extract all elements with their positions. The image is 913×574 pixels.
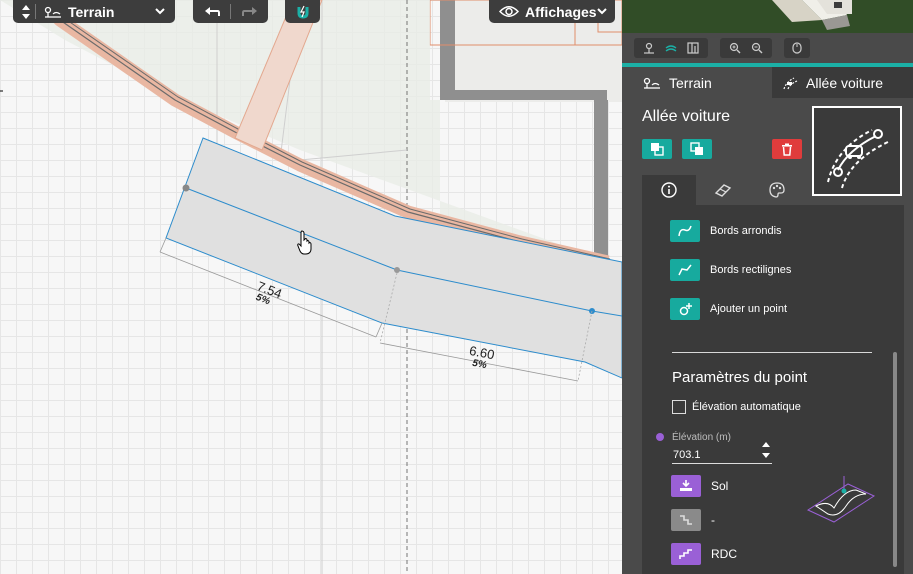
add-point-button[interactable]: Ajouter un point [670, 298, 787, 320]
redo-button[interactable] [231, 6, 268, 18]
stairs-icon [680, 515, 692, 525]
duplicate-icon [690, 142, 703, 155]
ground-icon [680, 480, 692, 491]
level-selector[interactable]: Terrain [13, 0, 175, 23]
duplicate-button[interactable] [682, 139, 712, 159]
undo-button[interactable] [193, 6, 230, 18]
curve-icon [678, 225, 692, 237]
chevron-down-icon[interactable] [155, 8, 165, 15]
properties-panel: Terrain Allée voiture Allée voiture Bord… [622, 0, 913, 574]
view-tools [622, 33, 913, 63]
house-wall-side [594, 100, 608, 260]
mouse-icon [792, 42, 802, 54]
auto-elevation-label: Élévation automatique [692, 401, 801, 413]
snap-magnet-button[interactable] [285, 0, 320, 23]
updown-arrows-icon [22, 4, 30, 19]
elevation-sol-button[interactable]: Sol [671, 475, 728, 497]
slope-illustration [806, 476, 876, 523]
object-title: Allée voiture [642, 108, 731, 125]
tab-terrain[interactable]: Terrain [631, 67, 772, 98]
level-label: Terrain [68, 3, 115, 20]
elevation-stepper[interactable] [760, 441, 772, 459]
rounded-edges-label: Bords arrondis [710, 225, 782, 237]
copy-icon [651, 143, 664, 156]
auto-elevation-checkbox[interactable]: Élévation automatique [672, 400, 801, 414]
chevron-down-icon [596, 8, 607, 15]
straight-edges-label: Bords rectilignes [710, 264, 792, 276]
copy-button[interactable] [642, 139, 672, 159]
polyline-icon [678, 264, 692, 276]
elevation-label: Élévation (m) [672, 432, 731, 443]
history-toolbar [193, 0, 268, 23]
tab-material[interactable] [696, 175, 750, 205]
elevation-level-button[interactable]: - [671, 509, 715, 531]
eye-icon [499, 5, 519, 18]
add-point-label: Ajouter un point [710, 303, 788, 315]
elevation-level-label: - [711, 513, 715, 527]
info-icon [661, 182, 677, 198]
floorplan-icon [687, 42, 699, 54]
straight-edges-button[interactable]: Bords rectilignes [670, 259, 791, 281]
plan-view-button[interactable] [682, 38, 704, 58]
delete-button[interactable] [772, 139, 802, 159]
section-title: Paramètres du point [672, 369, 808, 386]
zoom-out-icon [751, 42, 763, 54]
elevation-rdc-label: RDC [711, 547, 737, 561]
rounded-edges-button[interactable]: Bords arrondis [670, 220, 782, 242]
tab-info[interactable] [642, 175, 696, 205]
object-thumbnail [812, 106, 902, 196]
driveway-icon [782, 76, 798, 90]
zoom-out-button[interactable] [746, 38, 768, 58]
tab-colors[interactable] [750, 175, 804, 205]
tab-terrain-label: Terrain [669, 74, 712, 91]
plan-canvas[interactable]: 7.54 5% 6.60 5% [0, 0, 622, 574]
mouse-mode-button[interactable] [786, 38, 808, 58]
person-icon [644, 42, 654, 54]
eraser-icon [714, 184, 732, 197]
undo-icon [204, 6, 220, 16]
add-point-icon [679, 303, 692, 316]
terrain-icon [643, 77, 661, 89]
driveway-thumbnail-icon [827, 129, 889, 189]
plan-drawing[interactable]: 7.54 5% 6.60 5% [0, 0, 622, 574]
updown-arrows-icon [762, 442, 770, 458]
trash-icon [782, 143, 792, 156]
checkbox[interactable] [672, 400, 686, 414]
elevation-input[interactable] [672, 446, 772, 464]
tab-allee-label: Allée voiture [806, 74, 884, 91]
zoom-in-icon [729, 42, 741, 54]
view-label: Affichages [525, 3, 597, 20]
redo-icon [241, 6, 257, 16]
elevation-indicator [656, 433, 664, 441]
layers-icon [665, 45, 677, 52]
zoom-in-button[interactable] [724, 38, 746, 58]
tab-allee-voiture[interactable]: Allée voiture [772, 67, 913, 98]
context-tabs: Terrain Allée voiture [631, 67, 913, 98]
terrain-view-button[interactable] [660, 38, 682, 58]
level-stepper[interactable] [17, 4, 35, 20]
elevation-sol-label: Sol [711, 479, 729, 493]
driveway-point[interactable] [394, 267, 400, 273]
view-menu[interactable]: Affichages [489, 0, 615, 23]
segment-slope: 5% [471, 358, 487, 372]
property-tabs [642, 175, 804, 205]
terrain-icon [44, 6, 62, 18]
panel-scrollbar[interactable] [893, 352, 897, 567]
person-view-button[interactable] [638, 38, 660, 58]
elevation-rdc-button[interactable]: RDC [671, 543, 737, 565]
divider [672, 352, 872, 353]
palette-icon [769, 182, 785, 198]
driveway-point[interactable] [182, 184, 190, 192]
magnet-icon [297, 5, 308, 19]
stairs-icon [679, 549, 692, 559]
3d-preview[interactable] [622, 0, 913, 33]
